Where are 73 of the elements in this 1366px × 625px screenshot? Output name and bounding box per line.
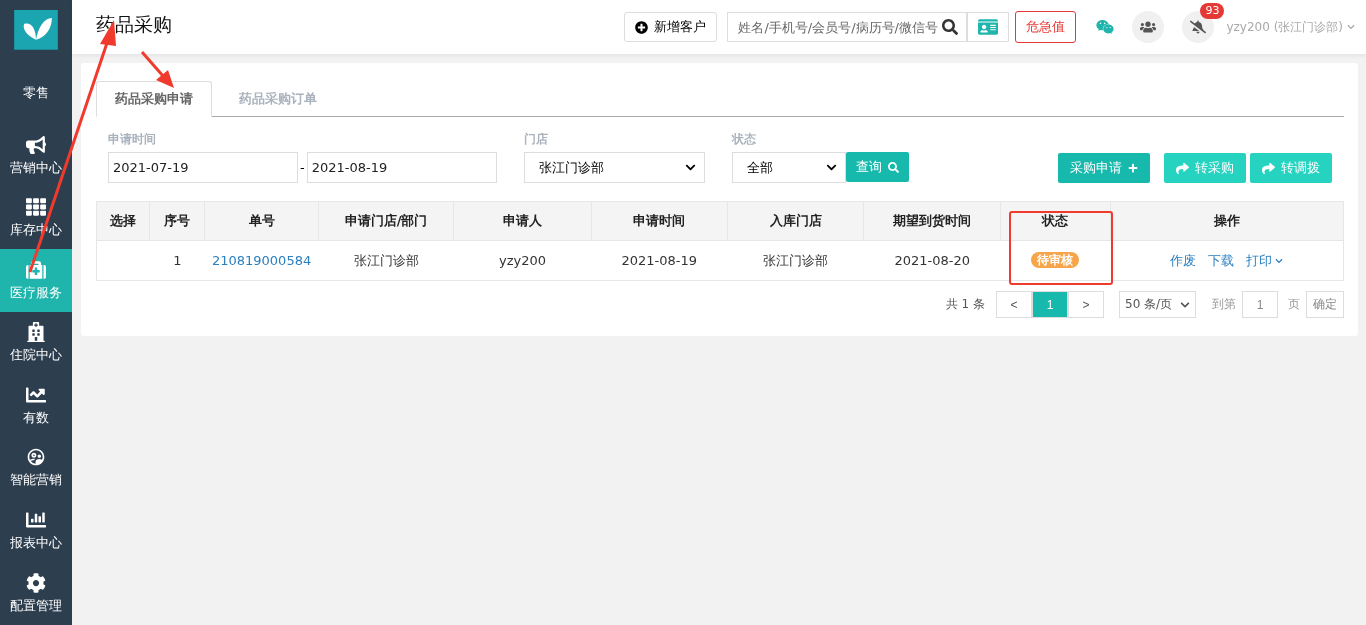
settings-icon [26, 572, 46, 593]
sidebar-item[interactable]: 营销中心 [0, 124, 72, 187]
filter-label: 门店 [523, 131, 549, 148]
column-header: 选择 [96, 201, 150, 241]
filter-label: 申请时间 [108, 131, 157, 148]
sidebar-item[interactable]: 有数 [0, 374, 72, 438]
chevron-down-icon [1275, 256, 1284, 265]
id-card-button[interactable] [967, 12, 1010, 42]
page-unit-label: 页 [1288, 296, 1300, 313]
search-icon [887, 161, 899, 173]
table-cell: yzy200 [453, 240, 592, 281]
total-count: 共 1 条 [945, 296, 985, 313]
column-header: 状态 [1000, 201, 1111, 241]
table-cell: 2021-08-19 [591, 240, 728, 281]
column-header: 申请人 [453, 201, 592, 241]
megaphone-icon [26, 134, 46, 155]
chevron-down-icon [684, 162, 696, 173]
add-customer-button[interactable]: 新增客户 [624, 12, 718, 42]
goto-label: 到第 [1212, 296, 1236, 313]
annotation-arrow [140, 51, 174, 88]
notification-badge: 93 [1200, 3, 1225, 19]
column-header: 入库门店 [727, 201, 864, 241]
sidebar-item[interactable]: 智能营销 [0, 437, 72, 500]
column-header: 申请门店/部门 [318, 201, 454, 241]
sidebar-item[interactable]: 配置管理 [0, 562, 72, 625]
chevron-down-icon [825, 162, 837, 173]
search-icon [942, 19, 959, 35]
page-input[interactable]: 1 [1242, 291, 1278, 318]
id-card-icon [978, 17, 999, 37]
operation-link[interactable]: 作废 [1170, 252, 1197, 268]
share-arrow-icon [1262, 161, 1275, 175]
share-arrow-icon [1176, 161, 1189, 175]
sidebar-item[interactable]: 报表中心 [0, 499, 72, 563]
prev-page-button[interactable]: < [996, 291, 1032, 318]
table-cell: 2021-08-20 [863, 240, 1001, 281]
chat-icon[interactable] [1096, 18, 1115, 36]
hospital-icon [26, 322, 46, 343]
medical-kit-icon [26, 259, 46, 280]
next-page-button[interactable]: > [1068, 291, 1104, 318]
butterfly-logo [14, 10, 58, 50]
page-size-select[interactable]: 50 条/页 [1119, 291, 1196, 318]
table-cell: 张江门诊部 [318, 240, 454, 281]
confirm-button[interactable]: 确定 [1306, 291, 1344, 318]
sidebar-item[interactable]: 零售 [0, 61, 72, 125]
column-header: 申请时间 [591, 201, 728, 241]
store-select[interactable]: 张江门诊部 [523, 152, 705, 183]
sidebar-item[interactable]: 住院中心 [0, 312, 72, 375]
date-separator: - [300, 160, 305, 175]
plus-icon [1128, 163, 1138, 173]
column-header: 单号 [204, 201, 319, 241]
status-badge: 待审核 [1031, 252, 1080, 268]
table-cell: 张江门诊部 [727, 240, 864, 281]
date-field[interactable]: 2021-07-19 [108, 152, 298, 183]
status-select[interactable]: 全部 [731, 152, 846, 183]
filter-label: 状态 [731, 131, 757, 148]
date-field[interactable]: 2021-08-19 [306, 152, 497, 183]
table-cell: 1 [149, 240, 205, 281]
bell-off-icon [1190, 19, 1207, 35]
operation-link[interactable]: 打印 [1246, 252, 1284, 268]
grid-icon [26, 197, 46, 218]
alert-button[interactable]: 危急值 [1015, 11, 1077, 43]
tab[interactable]: 药品采购申请 [96, 81, 212, 117]
chevron-down-icon [1347, 23, 1355, 31]
column-header: 期望到货时间 [863, 201, 1001, 241]
operation-link[interactable]: 下载 [1208, 252, 1235, 268]
column-header: 序号 [149, 201, 205, 241]
bar-chart-icon [26, 510, 46, 531]
chevron-down-icon [1180, 299, 1190, 310]
column-header: 操作 [1110, 201, 1344, 241]
search-field[interactable]: 姓名/手机号/会员号/病历号/微信号 [727, 12, 968, 42]
order-number-link[interactable]: 210819000584 [211, 253, 312, 268]
users-button[interactable] [1132, 11, 1165, 43]
users-icon [1140, 19, 1157, 35]
